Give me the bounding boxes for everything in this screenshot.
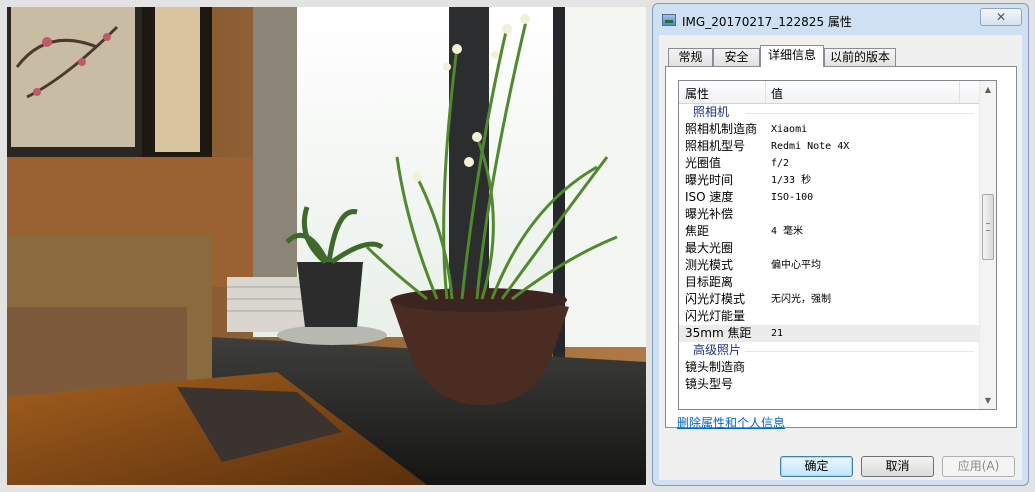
column-header-property[interactable]: 属性 [685,85,709,102]
close-button[interactable]: ✕ [980,8,1022,26]
property-value: 4 毫米 [771,226,804,237]
property-name: 最大光圈 [685,241,734,255]
properties-dialog: IMG_20170217_122825 属性 ✕ 常规 安全 详细信息 以前的版… [652,3,1029,486]
property-row[interactable]: 曝光补偿 [679,206,980,223]
list-header: 属性 值 [679,81,980,104]
scroll-up-arrow-icon[interactable]: ▲ [980,81,996,98]
property-row[interactable]: 闪光灯模式 无闪光，强制 [679,291,980,308]
property-row[interactable]: 闪光灯能量 [679,308,980,325]
property-row[interactable]: 最大光圈 [679,240,980,257]
property-row[interactable]: 35mm 焦距 21 [679,325,980,342]
property-name: 镜头型号 [685,377,734,391]
group-label: 照相机 [693,105,730,119]
dialog-client: 常规 安全 详细信息 以前的版本 属性 值 照相机 照相机制造商 Xiaomi 照相机… [659,35,1022,480]
property-row[interactable]: 镜头制造商 [679,359,980,376]
property-rows: 照相机照相机制造商 Xiaomi 照相机型号 Redmi Note 4X 光圈值 f/2 曝… [679,104,980,393]
property-name: 镜头制造商 [685,360,746,374]
ok-button[interactable]: 确定 [780,456,853,477]
property-row[interactable]: ISO 速度 ISO-100 [679,189,980,206]
title-bar[interactable]: IMG_20170217_122825 属性 ✕ [653,4,1028,34]
scroll-down-arrow-icon[interactable]: ▼ [980,392,996,409]
property-group-header[interactable]: 照相机 [679,104,980,121]
property-name: 光圈值 [685,156,722,170]
property-row[interactable]: 测光模式 偏中心平均 [679,257,980,274]
tab-details[interactable]: 详细信息 [760,45,824,67]
property-row[interactable]: 目标距离 [679,274,980,291]
group-label: 高级照片 [693,343,742,357]
property-row[interactable]: 曝光时间 1/33 秒 [679,172,980,189]
property-value: Redmi Note 4X [771,141,850,152]
property-name: 目标距离 [685,275,734,289]
photo-preview [7,7,646,485]
dialog-title: IMG_20170217_122825 属性 [682,15,852,29]
property-name: 35mm 焦距 [685,326,752,340]
tab-security[interactable]: 安全 [713,48,760,66]
column-header-value[interactable]: 值 [771,85,783,102]
property-value: 1/33 秒 [771,175,812,186]
property-name: ISO 速度 [685,190,734,204]
property-name: 照相机制造商 [685,122,758,136]
property-name: 测光模式 [685,258,734,272]
properties-list[interactable]: 属性 值 照相机照相机制造商 Xiaomi 照相机型号 Redmi Note 4X 光圈… [678,80,997,410]
property-row[interactable]: 照相机型号 Redmi Note 4X [679,138,980,155]
cancel-button[interactable]: 取消 [861,456,934,477]
remove-properties-link[interactable]: 删除属性和个人信息 [677,414,785,431]
property-value: Xiaomi [771,124,808,135]
vertical-scrollbar[interactable]: ▲ ▼ [979,81,996,409]
property-name: 焦距 [685,224,710,238]
property-group-header[interactable]: 高级照片 [679,342,980,359]
image-file-icon [662,14,676,26]
property-name: 曝光时间 [685,173,734,187]
property-name: 照相机型号 [685,139,746,153]
details-panel: 属性 值 照相机照相机制造商 Xiaomi 照相机型号 Redmi Note 4X 光圈… [665,66,1017,428]
tab-general[interactable]: 常规 [668,48,713,66]
property-value: ISO-100 [771,192,814,203]
property-value: 21 [771,328,784,339]
property-name: 曝光补偿 [685,207,734,221]
scrollbar-thumb[interactable] [982,194,994,260]
property-value: f/2 [771,158,790,169]
property-name: 闪光灯模式 [685,292,746,306]
property-value: 偏中心平均 [771,260,821,271]
property-row[interactable]: 光圈值 f/2 [679,155,980,172]
apply-button[interactable]: 应用(A) [942,456,1015,477]
photo-image [7,7,646,485]
property-value: 无闪光，强制 [771,294,831,305]
property-row[interactable]: 镜头型号 [679,376,980,393]
property-name: 闪光灯能量 [685,309,746,323]
property-row[interactable]: 焦距 4 毫米 [679,223,980,240]
property-row[interactable]: 照相机制造商 Xiaomi [679,121,980,138]
tab-previous-versions[interactable]: 以前的版本 [824,48,896,66]
